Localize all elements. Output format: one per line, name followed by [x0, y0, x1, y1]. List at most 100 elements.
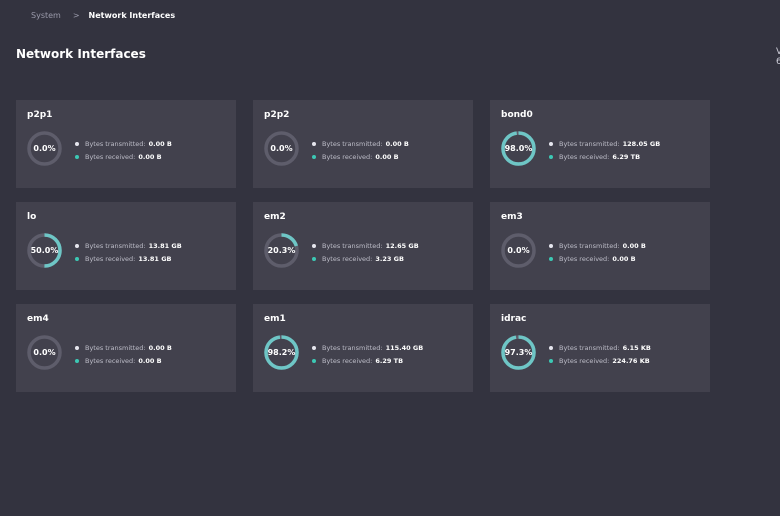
interface-name: p2p1 — [27, 110, 53, 120]
traffic-stats: Bytes transmitted: 128.05 GB Bytes receive… — [549, 137, 660, 163]
gauge-percent-label: 98.0% — [504, 144, 533, 153]
rx-dot-icon — [312, 256, 316, 261]
interface-name: bond0 — [501, 110, 533, 120]
gauge-percent-label: 0.0% — [33, 348, 56, 357]
bytes-transmitted-value: 0.00 B — [622, 241, 646, 250]
gauge-percent-label: 50.0% — [30, 246, 59, 255]
rx-dot-icon — [312, 154, 316, 159]
rx-dot-icon — [549, 154, 553, 159]
bytes-transmitted-row: Bytes transmitted: 13.81 GB — [75, 239, 182, 252]
bytes-transmitted-row: Bytes transmitted: 0.00 B — [75, 137, 172, 150]
usage-gauge: 0.0% — [263, 130, 300, 167]
bytes-transmitted-label: Bytes transmitted: — [85, 241, 146, 250]
rx-dot-icon — [75, 358, 79, 363]
traffic-stats: Bytes transmitted: 0.00 B Bytes received: 0… — [75, 341, 172, 367]
usage-gauge: 98.2% — [263, 334, 300, 371]
bytes-received-row: Bytes received: 224.76 KB — [549, 354, 651, 367]
interface-name: em4 — [27, 314, 49, 324]
traffic-stats: Bytes transmitted: 0.00 B Bytes received: 0… — [312, 137, 409, 163]
bytes-received-value: 6.29 TB — [375, 356, 404, 365]
bytes-received-row: Bytes received: 6.29 TB — [549, 150, 660, 163]
bytes-received-row: Bytes received: 3.23 GB — [312, 252, 419, 265]
breadcrumb: System > Network Interfaces — [31, 11, 175, 20]
interface-name: em1 — [264, 314, 286, 324]
bytes-transmitted-row: Bytes transmitted: 12.65 GB — [312, 239, 419, 252]
bytes-received-label: Bytes received: — [559, 152, 610, 161]
interface-card-grid: p2p1 0.0% Bytes transmitted: 0.00 B Bytes re… — [16, 100, 710, 392]
bytes-received-value: 0.00 B — [612, 254, 636, 263]
bytes-received-label: Bytes received: — [85, 254, 136, 263]
bytes-received-row: Bytes received: 6.29 TB — [312, 354, 423, 367]
bytes-transmitted-label: Bytes transmitted: — [559, 343, 620, 352]
interface-card-em1[interactable]: em1 98.2% Bytes transmitted: 115.40 GB Bytes… — [253, 304, 473, 392]
traffic-stats: Bytes transmitted: 6.15 KB Bytes received:… — [549, 341, 651, 367]
usage-gauge: 50.0% — [26, 232, 63, 269]
bytes-transmitted-row: Bytes transmitted: 128.05 GB — [549, 137, 660, 150]
interface-name: em2 — [264, 212, 286, 222]
interface-name: em3 — [501, 212, 523, 222]
bytes-received-label: Bytes received: — [85, 356, 136, 365]
interface-card-bond0[interactable]: bond0 98.0% Bytes transmitted: 128.05 GB Byt… — [490, 100, 710, 188]
rx-dot-icon — [549, 256, 553, 261]
gauge-percent-label: 20.3% — [267, 246, 296, 255]
interface-card-p2p1[interactable]: p2p1 0.0% Bytes transmitted: 0.00 B Bytes re… — [16, 100, 236, 188]
interface-card-em2[interactable]: em2 20.3% Bytes transmitted: 12.65 GB Bytes … — [253, 202, 473, 290]
breadcrumb-separator: > — [72, 11, 80, 20]
traffic-stats: Bytes transmitted: 115.40 GB Bytes receive… — [312, 341, 423, 367]
bytes-received-label: Bytes received: — [322, 254, 373, 263]
bytes-received-value: 0.00 B — [138, 356, 162, 365]
tx-dot-icon — [549, 243, 553, 248]
bytes-received-value: 13.81 GB — [138, 254, 172, 263]
page-title: Network Interfaces — [16, 47, 146, 61]
rx-dot-icon — [312, 358, 316, 363]
tx-dot-icon — [312, 243, 316, 248]
bytes-transmitted-label: Bytes transmitted: — [559, 139, 620, 148]
breadcrumb-current: Network Interfaces — [88, 11, 176, 20]
bytes-transmitted-label: Bytes transmitted: — [85, 343, 146, 352]
bytes-received-label: Bytes received: — [559, 356, 610, 365]
usage-gauge: 98.0% — [500, 130, 537, 167]
usage-gauge: 0.0% — [26, 334, 63, 371]
interface-card-em4[interactable]: em4 0.0% Bytes transmitted: 0.00 B Bytes rec… — [16, 304, 236, 392]
interface-card-p2p2[interactable]: p2p2 0.0% Bytes transmitted: 0.00 B Bytes re… — [253, 100, 473, 188]
bytes-transmitted-label: Bytes transmitted: — [322, 241, 383, 250]
tx-dot-icon — [549, 345, 553, 350]
tx-dot-icon — [75, 243, 79, 248]
tx-dot-icon — [312, 141, 316, 146]
traffic-stats: Bytes transmitted: 12.65 GB Bytes received… — [312, 239, 419, 265]
gauge-percent-label: 0.0% — [507, 246, 530, 255]
bytes-transmitted-value: 115.40 GB — [385, 343, 424, 352]
bytes-transmitted-value: 12.65 GB — [385, 241, 419, 250]
traffic-stats: Bytes transmitted: 0.00 B Bytes received: 0… — [75, 137, 172, 163]
traffic-stats: Bytes transmitted: 0.00 B Bytes received: 0… — [549, 239, 646, 265]
bytes-transmitted-row: Bytes transmitted: 0.00 B — [75, 341, 172, 354]
bytes-transmitted-row: Bytes transmitted: 0.00 B — [549, 239, 646, 252]
interface-name: idrac — [501, 314, 527, 324]
usage-gauge: 20.3% — [263, 232, 300, 269]
bytes-received-row: Bytes received: 0.00 B — [549, 252, 646, 265]
bytes-transmitted-label: Bytes transmitted: — [559, 241, 620, 250]
bytes-received-value: 0.00 B — [138, 152, 162, 161]
bytes-transmitted-row: Bytes transmitted: 6.15 KB — [549, 341, 651, 354]
network-interfaces-page: System > Network Interfaces Network Inte… — [0, 0, 780, 516]
breadcrumb-system-link[interactable]: System — [31, 11, 61, 20]
bytes-received-label: Bytes received: — [322, 152, 373, 161]
bytes-transmitted-row: Bytes transmitted: 0.00 B — [312, 137, 409, 150]
bytes-transmitted-value: 0.00 B — [148, 139, 172, 148]
gauge-percent-label: 0.0% — [270, 144, 293, 153]
bytes-received-label: Bytes received: — [559, 254, 610, 263]
interface-card-em3[interactable]: em3 0.0% Bytes transmitted: 0.00 B Bytes rec… — [490, 202, 710, 290]
tx-dot-icon — [312, 345, 316, 350]
interface-card-lo[interactable]: lo 50.0% Bytes transmitted: 13.81 GB Bytes r… — [16, 202, 236, 290]
gauge-percent-label: 98.2% — [267, 348, 296, 357]
usage-gauge: 0.0% — [26, 130, 63, 167]
bytes-received-label: Bytes received: — [322, 356, 373, 365]
bytes-received-value: 6.29 TB — [612, 152, 641, 161]
bytes-transmitted-value: 128.05 GB — [622, 139, 661, 148]
bytes-transmitted-row: Bytes transmitted: 115.40 GB — [312, 341, 423, 354]
interface-name: p2p2 — [264, 110, 290, 120]
interface-card-idrac[interactable]: idrac 97.3% Bytes transmitted: 6.15 KB Bytes… — [490, 304, 710, 392]
bytes-received-value: 0.00 B — [375, 152, 399, 161]
bytes-transmitted-value: 0.00 B — [385, 139, 409, 148]
edge-cut-text: V 6 — [776, 47, 780, 67]
